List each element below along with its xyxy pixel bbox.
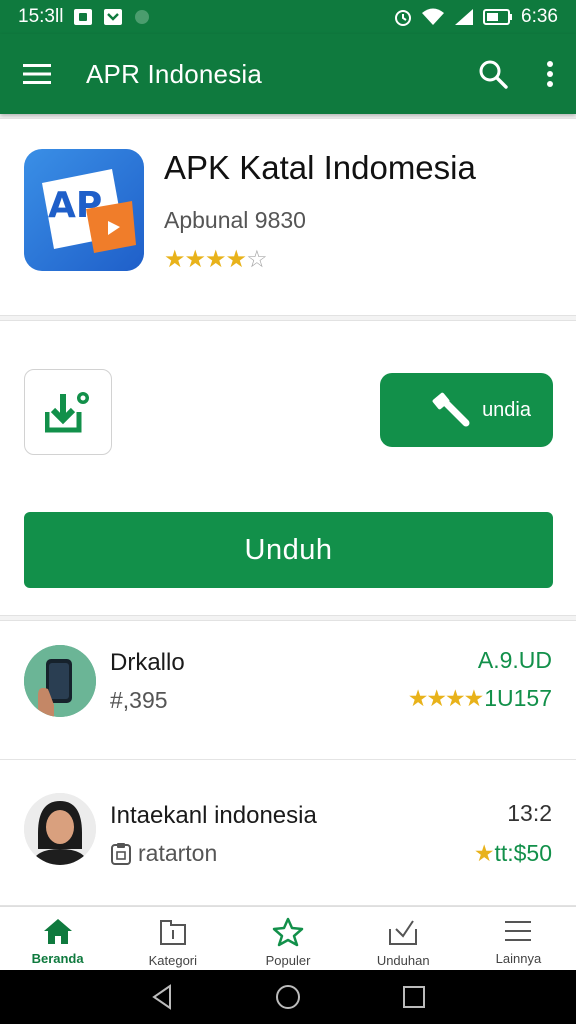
list-item-rating-text: 1U157 [484, 685, 552, 711]
bottom-nav: Beranda Kategori Populer Unduhan Lainnya [0, 906, 576, 970]
nav-label: Kategori [148, 953, 198, 968]
app-name: APK Katal Indomesia [164, 149, 476, 186]
star-icon: ★ [473, 840, 495, 866]
pill-action-button[interactable]: undia [380, 373, 553, 447]
nav-label: Beranda [31, 951, 84, 966]
folder-icon [159, 920, 186, 945]
nav-home[interactable]: Beranda [0, 907, 115, 970]
rating-stars: ★★★★ [407, 685, 484, 711]
sync-icon [133, 8, 151, 26]
notification-icon [73, 8, 93, 26]
list-item-subtitle-row: ratarton [110, 840, 217, 867]
list-item-rating: ★★★★ 1U157 [408, 685, 552, 712]
status-time-right: 6:36 [521, 6, 558, 27]
list-item-title: Intaekanl indonesia [110, 802, 317, 829]
shield-notification-icon [103, 8, 123, 26]
nav-label: Populer [265, 953, 311, 968]
status-time-left: 15:3ll [18, 6, 64, 27]
list-item-title: Drkallo [110, 649, 185, 676]
recents-icon[interactable] [402, 985, 426, 1009]
list-item-subtitle: #,395 [110, 687, 168, 713]
list-item-meta: A.9.UD [477, 647, 552, 673]
hammer-icon [432, 392, 470, 427]
hamburger-icon [505, 921, 532, 941]
back-icon[interactable] [150, 984, 174, 1010]
download-tray-icon [389, 920, 418, 945]
install-tile[interactable] [24, 369, 112, 455]
nav-more[interactable]: Lainnya [461, 907, 576, 970]
list-item-subtitle: ratarton [138, 840, 218, 866]
star-icon: ★ [164, 246, 185, 273]
download-tray-icon [45, 392, 89, 433]
search-icon[interactable] [478, 59, 508, 89]
star-icon: ★ [225, 246, 247, 273]
home-circle-icon[interactable] [274, 983, 302, 1011]
nav-label: Unduhan [376, 953, 430, 968]
pill-action-label: undia [482, 398, 531, 421]
nav-popular[interactable]: Populer [230, 907, 345, 970]
app-bar: APR Indonesia [0, 34, 576, 114]
rating-stars: ★★★★☆ [164, 245, 268, 274]
app-info-card: AP APK Katal Indomesia Apbunal 9830 ★★★★… [0, 118, 576, 316]
app-title: APR Indonesia [86, 58, 263, 89]
more-vert-icon[interactable] [546, 60, 554, 88]
alarm-icon [393, 7, 413, 27]
app-subtitle: Apbunal 9830 [164, 207, 306, 233]
list-item[interactable]: Drkallo #,395 A.9.UD ★★★★ 1U157 [0, 621, 576, 751]
nav-downloads[interactable]: Unduhan [346, 907, 461, 970]
menu-icon[interactable] [22, 62, 52, 86]
star-icon [272, 917, 304, 947]
star-icon: ★ [205, 246, 226, 273]
avatar [24, 793, 96, 865]
nav-label: Lainnya [495, 951, 542, 966]
battery-icon [483, 9, 513, 25]
download-button[interactable]: Unduh [24, 512, 553, 588]
star-outline-icon: ☆ [246, 246, 267, 273]
clipboard-icon [111, 842, 131, 865]
system-nav-bar [0, 970, 576, 1024]
list-item[interactable]: Intaekanl indonesia ratarton 13:2 ★ tt:$… [0, 759, 576, 889]
star-icon: ★ [184, 246, 206, 273]
nav-categories[interactable]: Kategori [115, 907, 230, 970]
list-item-rating: ★ tt:$50 [474, 840, 552, 867]
signal-icon [453, 8, 475, 26]
wifi-icon [421, 8, 445, 26]
app-list: Drkallo #,395 A.9.UD ★★★★ 1U157 Intaekan… [0, 620, 576, 906]
status-bar: 15:3ll 6:36 [0, 0, 576, 34]
app-logo[interactable]: AP [24, 149, 144, 271]
app-logo-text: AP [48, 185, 103, 226]
home-icon [43, 919, 72, 944]
list-item-rating-text: tt:$50 [494, 840, 552, 866]
actions-card: undia Unduh [0, 320, 576, 616]
list-item-meta: 13:2 [507, 800, 552, 826]
avatar [24, 645, 96, 717]
